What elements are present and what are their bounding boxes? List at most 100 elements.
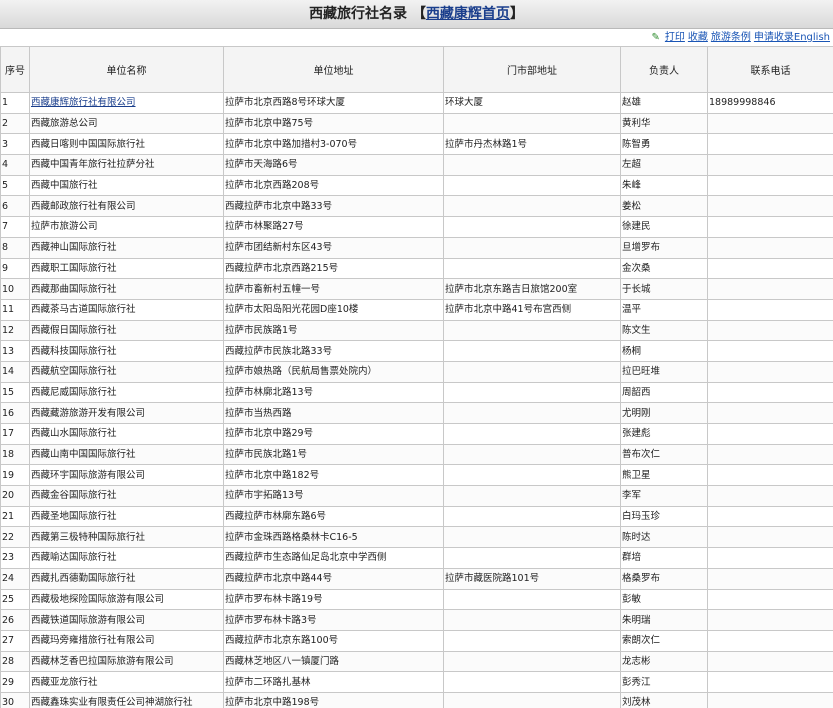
cell-address: 西藏拉萨市生态路仙足岛北京中学西侧 bbox=[223, 547, 444, 569]
table-row: 6 西藏邮政旅行社有限公司 西藏拉萨市北京中路33号 姜松 bbox=[0, 195, 833, 218]
cell-index: 20 bbox=[0, 485, 30, 507]
cell-manager: 赵雄 bbox=[620, 92, 708, 114]
cell-store-address bbox=[443, 381, 621, 404]
table-row: 16 西藏藏游旅游开发有限公司 拉萨市当热西路 尤明刚 bbox=[0, 402, 833, 424]
cell-phone bbox=[707, 443, 833, 466]
cell-phone bbox=[707, 112, 833, 135]
cell-phone bbox=[707, 423, 833, 445]
cell-manager: 张建彪 bbox=[620, 423, 708, 445]
cell-address: 西藏拉萨市北京中路44号 bbox=[223, 567, 444, 590]
cell-phone bbox=[707, 547, 833, 569]
table-row: 13 西藏科技国际旅行社 西藏拉萨市民族北路33号 杨桐 bbox=[0, 340, 833, 362]
cell-store-address bbox=[443, 174, 621, 197]
table-row: 29 西藏亚龙旅行社 拉萨市二环路扎基林 彭秀江 bbox=[0, 671, 833, 693]
cell-manager: 朱峰 bbox=[620, 174, 708, 197]
cell-manager: 普布次仁 bbox=[620, 443, 708, 466]
cell-manager: 徐建民 bbox=[620, 216, 708, 238]
cell-store-address: 环球大厦 bbox=[443, 92, 621, 114]
table-row: 22 西藏第三极特种国际旅行社 拉萨市金珠西路格桑林卡C16-5 陈时达 bbox=[0, 526, 833, 549]
cell-phone bbox=[707, 154, 833, 176]
cell-phone bbox=[707, 319, 833, 342]
cell-address: 拉萨市天海路6号 bbox=[223, 154, 444, 176]
cell-name: 西藏亚龙旅行社 bbox=[29, 671, 224, 693]
cell-manager: 朱明瑞 bbox=[620, 609, 708, 631]
print-link[interactable]: 打印 bbox=[665, 32, 685, 43]
cell-index: 2 bbox=[0, 112, 30, 135]
cell-manager: 白玛玉珍 bbox=[620, 505, 708, 528]
cell-index: 23 bbox=[0, 547, 30, 569]
cell-store-address bbox=[443, 257, 621, 280]
cell-index: 28 bbox=[0, 650, 30, 673]
table-row: 5 西藏中国旅行社 拉萨市北京西路208号 朱峰 bbox=[0, 174, 833, 197]
cell-index: 9 bbox=[0, 257, 30, 280]
cell-index: 16 bbox=[0, 402, 30, 424]
agency-link[interactable]: 西藏康辉旅行社有限公司 bbox=[31, 97, 136, 108]
cell-name: 西藏旅游总公司 bbox=[29, 112, 224, 135]
cell-manager: 龙志彬 bbox=[620, 650, 708, 673]
cell-index: 26 bbox=[0, 609, 30, 631]
table-row: 17 西藏山水国际旅行社 拉萨市北京中路29号 张建彪 bbox=[0, 423, 833, 445]
column-header-index: 序号 bbox=[0, 46, 30, 93]
cell-name: 西藏极地探险国际旅游有限公司 bbox=[29, 588, 224, 611]
cell-store-address: 拉萨市丹杰林路1号 bbox=[443, 133, 621, 156]
cell-phone bbox=[707, 588, 833, 611]
cell-manager: 彭秀江 bbox=[620, 671, 708, 693]
cell-manager: 刘茂林 bbox=[620, 691, 708, 708]
table-row: 21 西藏圣地国际旅行社 西藏拉萨市林廓东路6号 白玛玉珍 bbox=[0, 505, 833, 528]
cell-manager: 陈时达 bbox=[620, 526, 708, 549]
table-row: 9 西藏职工国际旅行社 西藏拉萨市北京西路215号 金次桑 bbox=[0, 257, 833, 280]
cell-store-address bbox=[443, 319, 621, 342]
cell-name: 西藏第三极特种国际旅行社 bbox=[29, 526, 224, 549]
cell-name: 西藏环宇国际旅游有限公司 bbox=[29, 464, 224, 487]
cell-phone bbox=[707, 650, 833, 673]
apply-listing-link[interactable]: 申请收录English bbox=[754, 32, 830, 43]
cell-store-address bbox=[443, 629, 621, 652]
cell-store-address bbox=[443, 443, 621, 466]
cell-manager: 陈智勇 bbox=[620, 133, 708, 156]
cell-address: 拉萨市北京中路182号 bbox=[223, 464, 444, 487]
cell-name: 西藏喻达国际旅行社 bbox=[29, 547, 224, 569]
cell-name: 西藏康辉旅行社有限公司 bbox=[29, 92, 224, 114]
cell-name: 西藏职工国际旅行社 bbox=[29, 257, 224, 280]
cell-phone bbox=[707, 340, 833, 362]
cell-manager: 李军 bbox=[620, 485, 708, 507]
cell-phone bbox=[707, 360, 833, 383]
cell-phone bbox=[707, 505, 833, 528]
cell-index: 21 bbox=[0, 505, 30, 528]
cell-address: 拉萨市北京中路75号 bbox=[223, 112, 444, 135]
tourism-regulation-link[interactable]: 旅游条例 bbox=[711, 32, 751, 43]
cell-store-address bbox=[443, 547, 621, 569]
cell-store-address bbox=[443, 464, 621, 487]
cell-address: 拉萨市娘热路（民航局售票处院内） bbox=[223, 360, 444, 383]
page: 西藏旅行社名录 【西藏康辉首页】 ✎ 打印 收藏 旅游条例 申请收录English 序号… bbox=[0, 0, 833, 708]
page-title: 西藏旅行社名录 bbox=[309, 6, 408, 22]
cell-store-address bbox=[443, 505, 621, 528]
cell-name: 西藏鑫珠实业有限责任公司神湖旅行社 bbox=[29, 691, 224, 708]
table-row: 11 西藏茶马古道国际旅行社 拉萨市太阳岛阳光花园D座10楼 拉萨市北京中路41号布宫… bbox=[0, 298, 833, 321]
home-link[interactable]: 西藏康辉首页 bbox=[426, 6, 510, 22]
cell-address: 拉萨市北京中路29号 bbox=[223, 423, 444, 445]
favorite-link[interactable]: 收藏 bbox=[688, 32, 708, 43]
cell-address: 拉萨市北京西路208号 bbox=[223, 174, 444, 197]
cell-phone bbox=[707, 567, 833, 590]
column-header-address: 单位地址 bbox=[223, 46, 444, 93]
cell-phone bbox=[707, 609, 833, 631]
cell-phone bbox=[707, 257, 833, 280]
table-row: 20 西藏金谷国际旅行社 拉萨市宇拓路13号 李军 bbox=[0, 485, 833, 507]
cell-manager: 尤明刚 bbox=[620, 402, 708, 424]
cell-phone bbox=[707, 526, 833, 549]
cell-name: 西藏藏游旅游开发有限公司 bbox=[29, 402, 224, 424]
cell-index: 19 bbox=[0, 464, 30, 487]
cell-manager: 旦增罗布 bbox=[620, 236, 708, 259]
cell-store-address bbox=[443, 360, 621, 383]
cell-store-address: 拉萨市北京东路吉日旅馆200室 bbox=[443, 278, 621, 300]
bracket-close: 】 bbox=[509, 6, 524, 22]
cell-manager: 格桑罗布 bbox=[620, 567, 708, 590]
cell-address: 拉萨市金珠西路格桑林卡C16-5 bbox=[223, 526, 444, 549]
table-row: 8 西藏神山国际旅行社 拉萨市团结新村东区43号 旦增罗布 bbox=[0, 236, 833, 259]
cell-name: 西藏玛旁雍措旅行社有限公司 bbox=[29, 629, 224, 652]
cell-phone bbox=[707, 402, 833, 424]
cell-index: 25 bbox=[0, 588, 30, 611]
cell-address: 拉萨市太阳岛阳光花园D座10楼 bbox=[223, 298, 444, 321]
cell-manager: 拉巴旺堆 bbox=[620, 360, 708, 383]
